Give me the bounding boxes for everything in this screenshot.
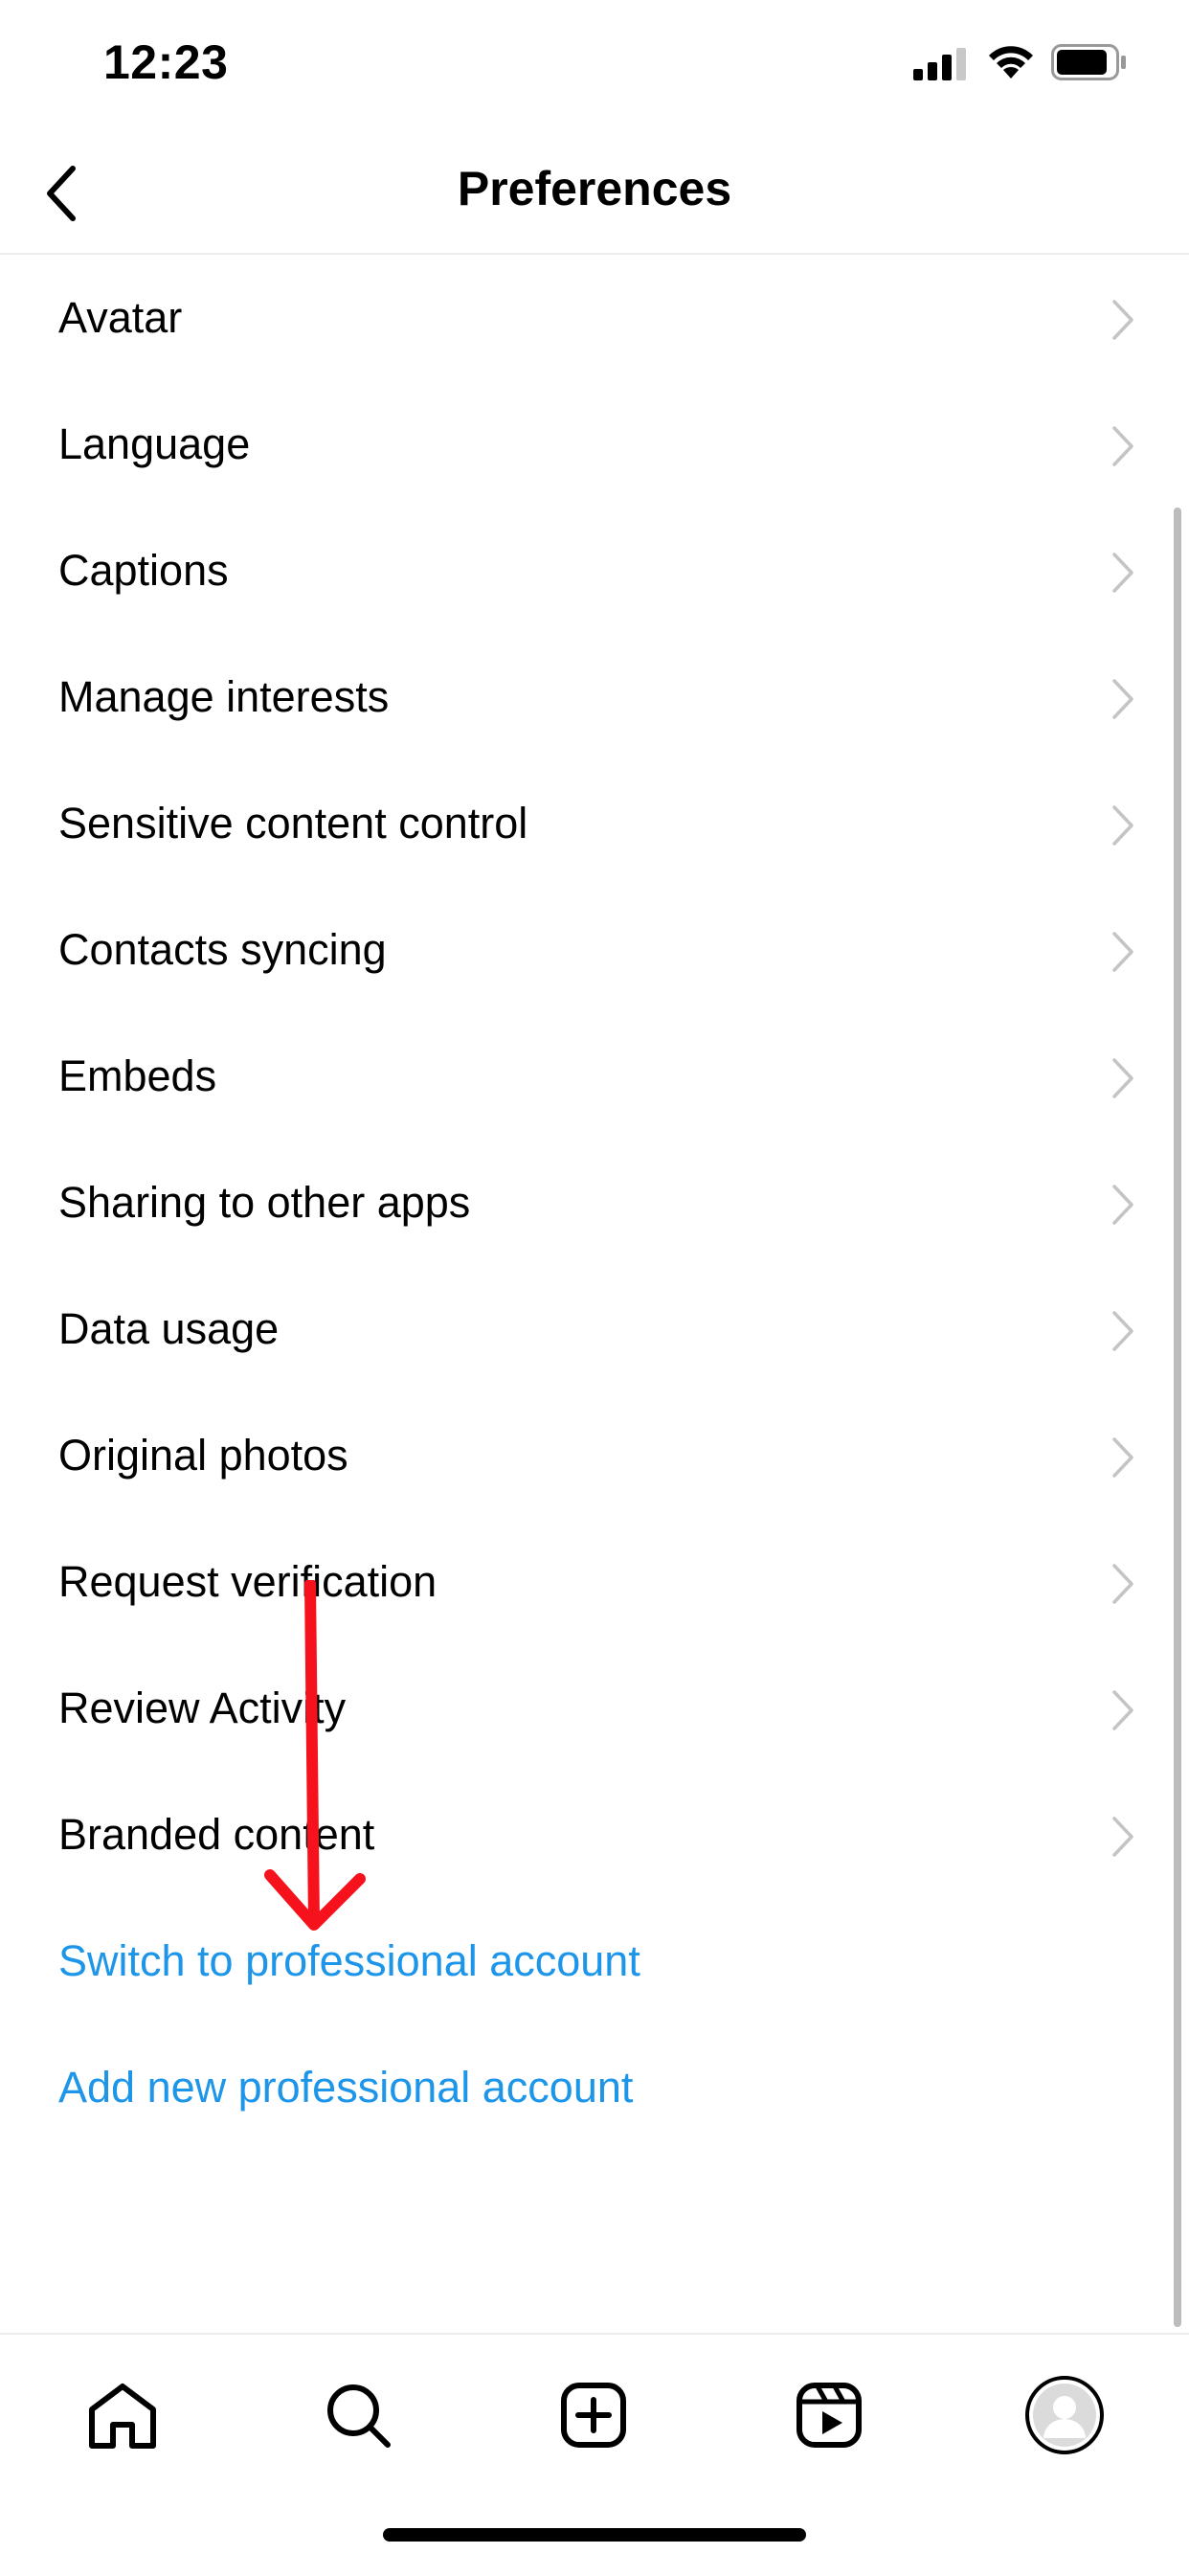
switch-to-professional-account-link[interactable]: Switch to professional account (0, 1898, 1189, 2024)
list-item-sharing-to-other-apps[interactable]: Sharing to other apps (0, 1140, 1189, 1266)
wifi-icon (989, 46, 1033, 79)
chevron-right-icon (1112, 679, 1133, 719)
page-title: Preferences (457, 162, 732, 215)
chevron-right-icon (1112, 1690, 1133, 1730)
list-item-avatar[interactable]: Avatar (0, 255, 1189, 381)
list-item-manage-interests[interactable]: Manage interests (0, 634, 1189, 760)
list-item-review-activity[interactable]: Review Activity (0, 1645, 1189, 1772)
navigation-header: Preferences (0, 134, 1189, 255)
tab-reels[interactable] (781, 2367, 877, 2463)
red-arrow-annotation-icon (264, 1580, 366, 1931)
list-item-label: Manage interests (58, 672, 390, 721)
list-item-language[interactable]: Language (0, 381, 1189, 508)
home-icon (89, 2384, 156, 2449)
list-item-contacts-syncing[interactable]: Contacts syncing (0, 887, 1189, 1013)
search-icon (327, 2384, 391, 2448)
chevron-right-icon (1112, 553, 1133, 593)
chevron-right-icon (1112, 1185, 1133, 1225)
chevron-right-icon (1112, 805, 1133, 846)
chevron-right-icon (1112, 426, 1133, 466)
tab-search[interactable] (310, 2367, 406, 2463)
battery-icon (1051, 44, 1126, 80)
list-item-label: Contacts syncing (58, 925, 387, 974)
list-item-label: Captions (58, 546, 229, 595)
list-item-request-verification[interactable]: Request verification (0, 1519, 1189, 1645)
list-item-label: Embeds (58, 1051, 217, 1100)
home-indicator (383, 2528, 806, 2542)
status-bar: 12:23 (0, 0, 1189, 134)
profile-avatar (1025, 2376, 1104, 2454)
chevron-right-icon (1112, 1817, 1133, 1857)
chevron-right-icon (1112, 1311, 1133, 1351)
preferences-list: Avatar Language Captions Manage interest… (0, 255, 1189, 2151)
list-item-data-usage[interactable]: Data usage (0, 1266, 1189, 1392)
list-item-label: Data usage (58, 1304, 280, 1353)
chevron-right-icon (1112, 1437, 1133, 1478)
list-item-label: Original photos (58, 1431, 348, 1480)
list-item-sensitive-content-control[interactable]: Sensitive content control (0, 760, 1189, 887)
chevron-right-icon (1112, 932, 1133, 972)
list-item-label: Sharing to other apps (58, 1178, 471, 1227)
create-icon (561, 2383, 626, 2448)
status-time: 12:23 (103, 35, 229, 89)
tab-profile[interactable] (1017, 2367, 1112, 2463)
reels-icon (796, 2383, 862, 2448)
list-item-label: Language (58, 419, 251, 468)
list-item-label: Sensitive content control (58, 799, 528, 847)
chevron-right-icon (1112, 300, 1133, 340)
tab-create[interactable] (546, 2367, 641, 2463)
list-item-original-photos[interactable]: Original photos (0, 1392, 1189, 1519)
scrollbar[interactable] (1174, 508, 1181, 2327)
cellular-signal-icon (913, 48, 966, 80)
add-new-professional-account-link[interactable]: Add new professional account (0, 2024, 1189, 2151)
tab-home[interactable] (75, 2367, 170, 2463)
link-label: Add new professional account (58, 2063, 634, 2112)
list-item-embeds[interactable]: Embeds (0, 1013, 1189, 1140)
list-item-label: Avatar (58, 293, 183, 342)
list-item-branded-content[interactable]: Branded content (0, 1772, 1189, 1898)
chevron-right-icon (1112, 1058, 1133, 1098)
list-item-captions[interactable]: Captions (0, 508, 1189, 634)
list-item-label: Request verification (58, 1557, 437, 1606)
chevron-right-icon (1112, 1564, 1133, 1604)
